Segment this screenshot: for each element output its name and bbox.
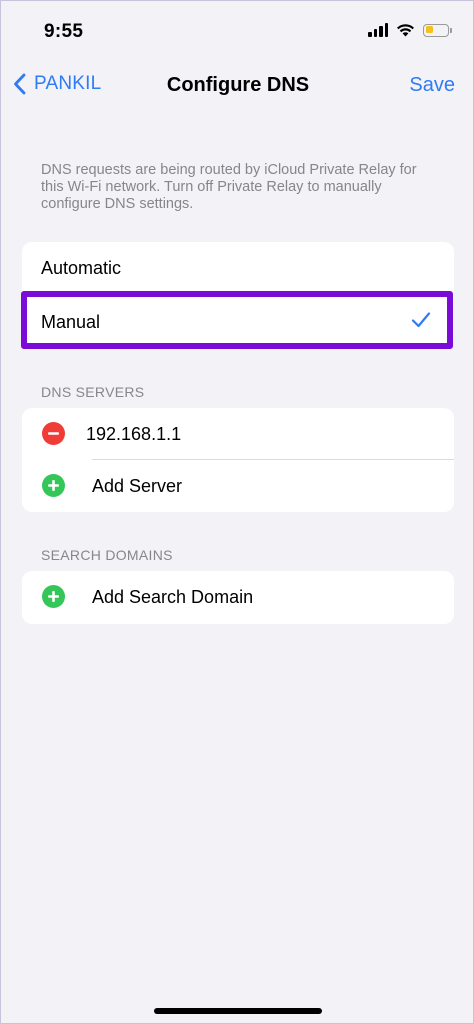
battery-icon bbox=[423, 23, 452, 37]
automatic-option[interactable]: Automatic bbox=[22, 242, 454, 294]
add-server-button[interactable]: Add Server bbox=[22, 460, 454, 512]
manual-option-label: Manual bbox=[41, 312, 101, 332]
status-time: 9:55 bbox=[44, 21, 84, 42]
dns-server-row[interactable]: 192.168.1.1 bbox=[22, 408, 454, 460]
add-icon[interactable] bbox=[42, 585, 65, 608]
manual-option[interactable]: Manual bbox=[21, 291, 453, 349]
save-button[interactable]: Save bbox=[409, 74, 455, 97]
wifi-icon bbox=[397, 24, 414, 37]
dns-server-address[interactable]: 192.168.1.1 bbox=[86, 424, 181, 445]
status-icons bbox=[368, 23, 452, 37]
search-domains-group: Add Search Domain bbox=[22, 571, 454, 624]
add-icon[interactable] bbox=[42, 474, 65, 497]
dns-servers-group: 192.168.1.1 Add Server bbox=[22, 408, 454, 512]
cellular-signal-icon bbox=[368, 23, 388, 37]
add-server-label: Add Server bbox=[92, 475, 183, 496]
navigation-bar: PANKIL Configure DNS Save bbox=[1, 61, 474, 111]
add-search-domain-label: Add Search Domain bbox=[92, 586, 254, 607]
remove-icon[interactable] bbox=[42, 422, 65, 445]
search-domains-header: SEARCH DOMAINS bbox=[41, 547, 173, 563]
add-search-domain-button[interactable]: Add Search Domain bbox=[22, 571, 454, 623]
checkmark-icon bbox=[411, 312, 431, 328]
automatic-option-label: Automatic bbox=[41, 257, 122, 278]
status-bar: 9:55 bbox=[1, 1, 474, 59]
private-relay-info-text: DNS requests are being routed by iCloud … bbox=[41, 162, 417, 212]
page-title: Configure DNS bbox=[166, 74, 310, 96]
dns-servers-header: DNS SERVERS bbox=[41, 384, 145, 400]
home-indicator[interactable] bbox=[154, 1008, 322, 1014]
